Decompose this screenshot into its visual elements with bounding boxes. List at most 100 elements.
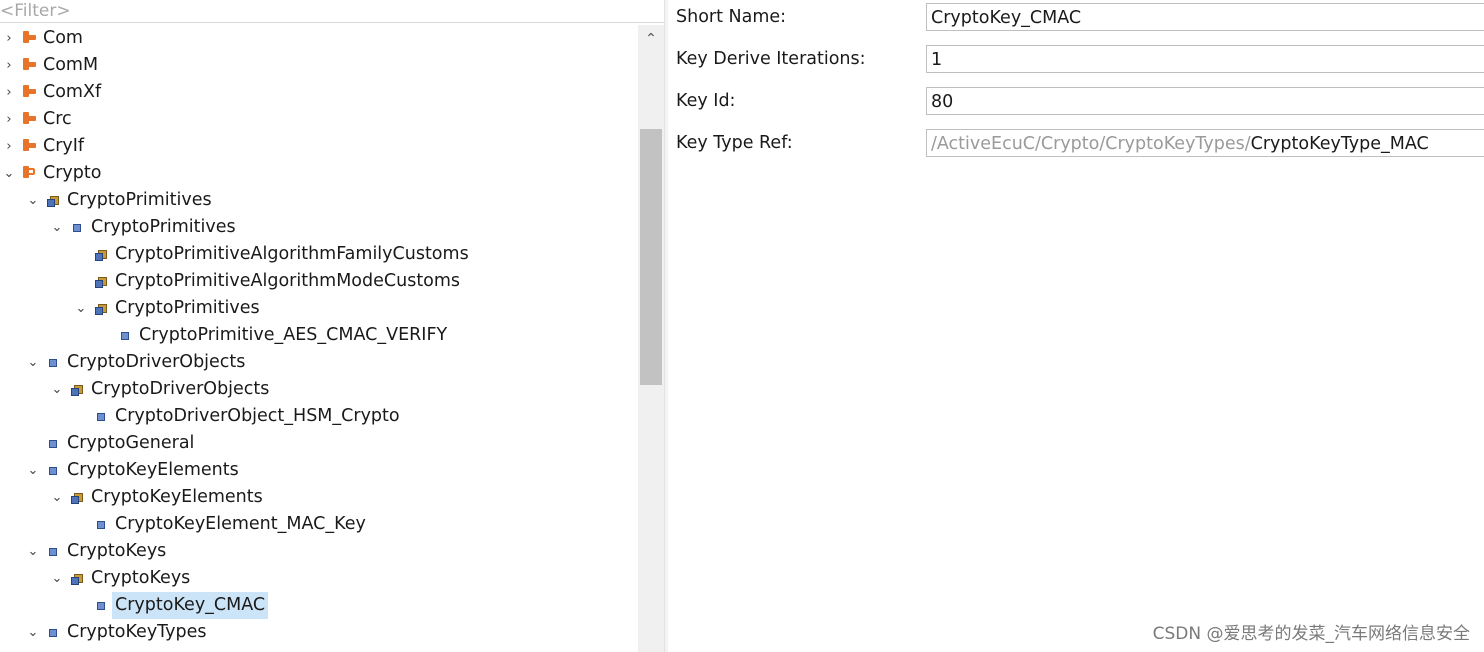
param-icon <box>94 403 108 430</box>
tree-scrollbar[interactable]: ⌃ <box>638 25 664 652</box>
tree-item[interactable]: › CryIf <box>0 133 638 160</box>
param-icon <box>70 214 84 241</box>
module-open-icon <box>22 160 36 187</box>
chevron-down-icon[interactable]: ⌄ <box>50 484 64 511</box>
tree-item[interactable]: ⌄ CryptoKeyElements <box>0 484 638 511</box>
container-icon <box>46 187 60 214</box>
chevron-right-icon[interactable]: › <box>2 106 16 133</box>
container-icon <box>94 268 108 295</box>
tree-item[interactable]: ⌄ CryptoDriverObjects <box>0 349 638 376</box>
filter-input[interactable] <box>0 0 664 23</box>
chevron-down-icon[interactable]: ⌄ <box>2 160 16 187</box>
tree-item[interactable]: ⌄ CryptoDriverObjects <box>0 376 638 403</box>
tree-item[interactable]: ⌄ CryptoKeys <box>0 538 638 565</box>
tree-item[interactable]: CryptoKeyElement_MAC_Key <box>0 511 638 538</box>
tree-item[interactable]: CryptoGeneral <box>0 430 638 457</box>
chevron-down-icon[interactable]: ⌄ <box>26 619 40 646</box>
chevron-down-icon[interactable]: ⌄ <box>74 295 88 322</box>
chevron-down-icon[interactable]: ⌄ <box>26 349 40 376</box>
short-name-label: Short Name: <box>676 7 787 27</box>
container-icon <box>70 484 84 511</box>
container-icon <box>70 565 84 592</box>
tree-item-label: ComXf <box>43 82 102 102</box>
tree-item-label: CryptoKeys <box>91 568 191 588</box>
module-icon <box>22 79 36 106</box>
chevron-right-icon[interactable]: › <box>2 79 16 106</box>
param-icon <box>46 619 60 646</box>
tree-item[interactable]: › Com <box>0 25 638 52</box>
tree-item-label: CryptoDriverObjects <box>67 352 246 372</box>
tree-item[interactable]: › ComXf <box>0 79 638 106</box>
chevron-down-icon[interactable]: ⌄ <box>26 187 40 214</box>
module-icon <box>22 52 36 79</box>
tree-item[interactable]: CryptoPrimitiveAlgorithmModeCustoms <box>0 268 638 295</box>
tree-item[interactable]: ⌄ CryptoKeyElements <box>0 457 638 484</box>
tree-item-label: CryptoPrimitiveAlgorithmModeCustoms <box>115 271 461 291</box>
chevron-down-icon[interactable]: ⌄ <box>50 376 64 403</box>
chevron-right-icon[interactable]: › <box>2 133 16 160</box>
key-type-ref-value: CryptoKeyType_MAC <box>1250 134 1429 154</box>
tree-item-label: CryptoPrimitives <box>91 217 236 237</box>
key-derive-iterations-field[interactable]: 1 <box>926 45 1484 73</box>
tree-item-label: CryptoKeyElements <box>67 460 239 480</box>
scroll-up-icon[interactable]: ⌃ <box>638 25 664 53</box>
key-derive-iterations-label: Key Derive Iterations: <box>676 49 866 69</box>
tree-item[interactable]: ⌄ CryptoPrimitives <box>0 187 638 214</box>
chevron-right-icon[interactable]: › <box>2 52 16 79</box>
tree-item-label: CryptoKeyElements <box>91 487 263 507</box>
param-icon <box>94 511 108 538</box>
container-icon <box>94 295 108 322</box>
chevron-down-icon[interactable]: ⌄ <box>50 565 64 592</box>
param-icon <box>94 592 108 619</box>
chevron-down-icon[interactable]: ⌄ <box>26 538 40 565</box>
tree-item-label: CryIf <box>43 136 85 156</box>
chevron-right-icon[interactable]: › <box>2 25 16 52</box>
configuration-tree: › Com › ComM › ComXf › Crc › CryIf ⌄ Crypto ⌄ CryptoP… <box>0 25 638 646</box>
tree-item[interactable]: › ComM <box>0 52 638 79</box>
tree-item-label: CryptoKey_CMAC <box>112 592 269 619</box>
tree-item-label: Crypto <box>43 163 102 183</box>
param-icon <box>46 430 60 457</box>
tree-item[interactable]: › Crc <box>0 106 638 133</box>
key-type-ref-field[interactable]: /ActiveEcuC/Crypto/CryptoKeyTypes/Crypto… <box>926 129 1484 157</box>
tree-item-label: CryptoPrimitiveAlgorithmFamilyCustoms <box>115 244 469 264</box>
tree-panel: ›Com›ComM›ComXf›Crc›CryIf⌄Crypto⌄CryptoP… <box>0 0 664 652</box>
container-icon <box>70 376 84 403</box>
module-icon <box>22 133 36 160</box>
key-id-label: Key Id: <box>676 91 736 111</box>
tree-item-label: Com <box>43 28 83 48</box>
tree-item-label: CryptoPrimitives <box>67 190 212 210</box>
tree-item[interactable]: ⌄ CryptoPrimitives <box>0 214 638 241</box>
tree-item[interactable]: CryptoKey_CMAC <box>0 592 638 619</box>
tree-item-label: Crc <box>43 109 72 129</box>
tree-item[interactable]: ⌄ CryptoKeys <box>0 565 638 592</box>
tree-item[interactable]: ⌄ Crypto <box>0 160 638 187</box>
tree-item[interactable]: CryptoPrimitiveAlgorithmFamilyCustoms <box>0 241 638 268</box>
tree-item-label: CryptoDriverObject_HSM_Crypto <box>115 406 400 426</box>
param-icon <box>46 538 60 565</box>
tree-item[interactable]: ⌄ CryptoKeyTypes <box>0 619 638 646</box>
short-name-field[interactable]: CryptoKey_CMAC <box>926 3 1484 31</box>
tree-item[interactable]: CryptoDriverObject_HSM_Crypto <box>0 403 638 430</box>
key-id-field[interactable]: 80 <box>926 87 1484 115</box>
tree-item-label: CryptoKeys <box>67 541 167 561</box>
module-icon <box>22 106 36 133</box>
watermark: CSDN @爱思考的发菜_汽车网络信息安全 <box>1152 624 1470 644</box>
param-icon <box>46 349 60 376</box>
properties-panel: Short Name: CryptoKey_CMAC Key Derive It… <box>668 0 1484 652</box>
scroll-thumb[interactable] <box>640 129 662 385</box>
tree-item-label: CryptoGeneral <box>67 433 195 453</box>
tree-item-label: CryptoDriverObjects <box>91 379 270 399</box>
param-icon <box>46 457 60 484</box>
chevron-down-icon[interactable]: ⌄ <box>50 214 64 241</box>
tree-item[interactable]: CryptoPrimitive_AES_CMAC_VERIFY <box>0 322 638 349</box>
chevron-down-icon[interactable]: ⌄ <box>26 457 40 484</box>
tree-item[interactable]: ⌄ CryptoPrimitives <box>0 295 638 322</box>
key-type-ref-label: Key Type Ref: <box>676 133 793 153</box>
